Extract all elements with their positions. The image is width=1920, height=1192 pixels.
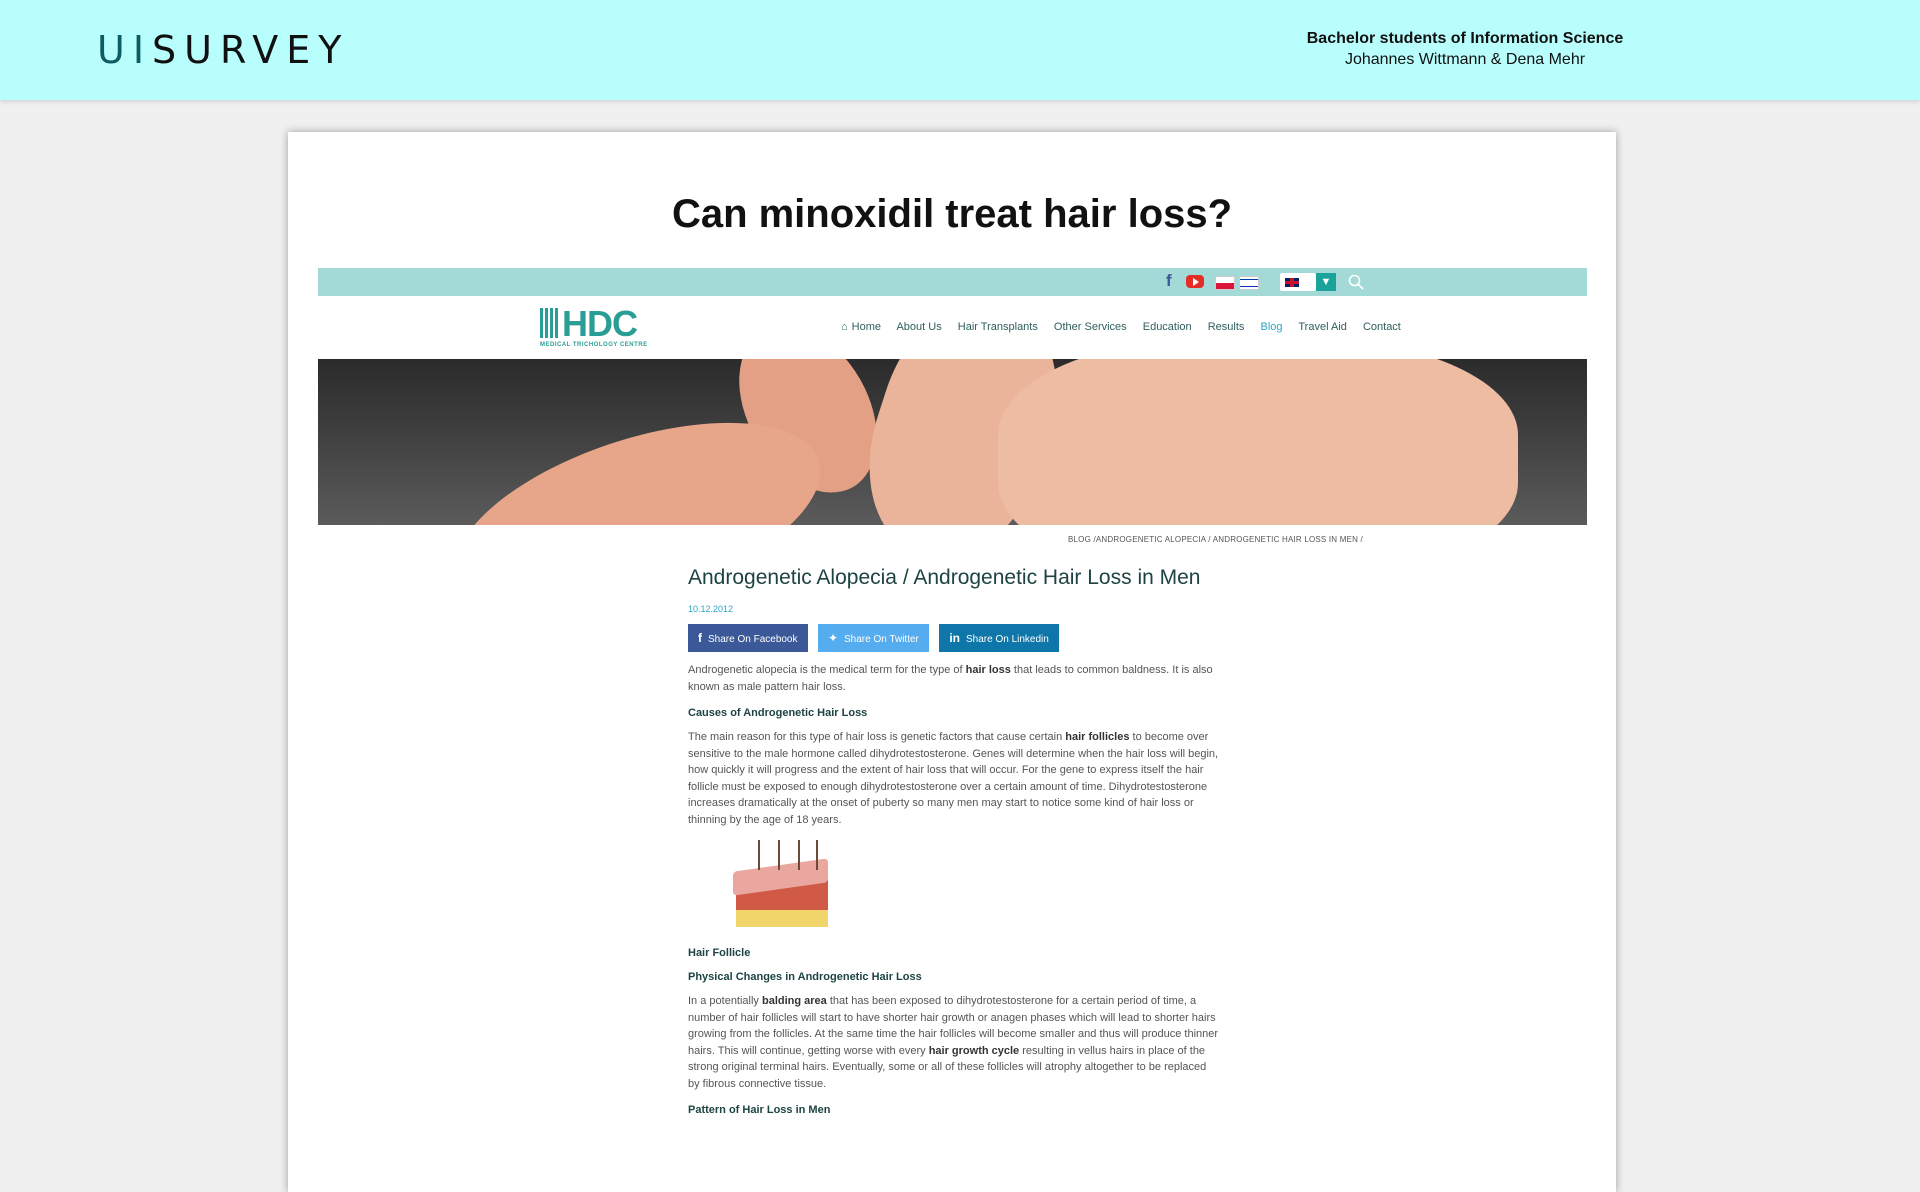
share-linkedin-label: Share On Linkedin bbox=[966, 634, 1049, 645]
share-twitter-label: Share On Twitter bbox=[844, 634, 919, 645]
changes-text: In a potentially bbox=[688, 995, 762, 1007]
menu-about[interactable]: About Us bbox=[896, 321, 941, 333]
hair-strand-shape bbox=[778, 840, 780, 870]
hair-loss-link[interactable]: hair loss bbox=[966, 664, 1011, 676]
causes-paragraph: The main reason for this type of hair lo… bbox=[688, 729, 1220, 828]
menu-travel-aid[interactable]: Travel Aid bbox=[1298, 321, 1347, 333]
hdc-subtitle: MEDICAL TRICHOLOGY CENTRE bbox=[540, 342, 648, 348]
survey-logo: UISURVEY bbox=[97, 28, 350, 72]
hair-follicle-image bbox=[728, 840, 838, 935]
credit-line-2: Johannes Wittmann & Dena Mehr bbox=[1344, 51, 1586, 68]
website-screenshot: f ▼ HDC MEDICAL TRICHOLOGY CENTRE ⌂ Home … bbox=[318, 268, 1587, 1192]
share-linkedin-button[interactable]: in Share On Linkedin bbox=[939, 624, 1059, 652]
hair-follicles-link[interactable]: hair follicles bbox=[1065, 731, 1129, 743]
youtube-icon[interactable] bbox=[1186, 275, 1204, 288]
menu-other-services[interactable]: Other Services bbox=[1054, 321, 1127, 333]
share-twitter-button[interactable]: ✦ Share On Twitter bbox=[817, 624, 929, 652]
question-title: Can minoxidil treat hair loss? bbox=[671, 192, 1233, 236]
hair-strand-shape bbox=[758, 840, 760, 870]
site-nav: HDC MEDICAL TRICHOLOGY CENTRE ⌂ Home Abou… bbox=[318, 296, 1587, 359]
causes-text: The main reason for this type of hair lo… bbox=[688, 731, 1066, 743]
intro-paragraph: Androgenetic alopecia is the medical ter… bbox=[688, 662, 1220, 695]
menu-home-label: Home bbox=[851, 321, 881, 333]
israeli-flag-icon[interactable] bbox=[1239, 276, 1259, 290]
intro-text: Androgenetic alopecia is the medical ter… bbox=[688, 664, 966, 676]
heading-pattern: Pattern of Hair Loss in Men bbox=[688, 1104, 831, 1116]
twitter-icon: ✦ bbox=[827, 631, 839, 645]
hdc-brand: HDC bbox=[562, 303, 638, 344]
hdc-mark-icon bbox=[540, 308, 560, 338]
menu-education[interactable]: Education bbox=[1143, 321, 1192, 333]
search-icon[interactable] bbox=[1348, 274, 1364, 290]
hair-strand-shape bbox=[798, 840, 800, 870]
facebook-icon[interactable]: f bbox=[1166, 271, 1176, 290]
main-menu: ⌂ Home About Us Hair Transplants Other Se… bbox=[841, 321, 1414, 333]
share-bar: f Share On Facebook ✦ Share On Twitter in S… bbox=[688, 624, 1220, 652]
hdc-logo[interactable]: HDC MEDICAL TRICHOLOGY CENTRE bbox=[540, 303, 647, 348]
linkedin-icon: in bbox=[949, 631, 960, 645]
hero-image bbox=[318, 359, 1587, 525]
balding-area-link[interactable]: balding area bbox=[762, 995, 827, 1007]
polish-flag-icon[interactable] bbox=[1215, 276, 1235, 290]
article: Androgenetic Alopecia / Androgenetic Hai… bbox=[688, 553, 1220, 1116]
survey-header: UISURVEY Bachelor students of Informatio… bbox=[0, 0, 1920, 100]
menu-home[interactable]: ⌂ Home bbox=[841, 321, 881, 333]
logo-survey: SURVEY bbox=[152, 28, 350, 72]
chevron-down-icon[interactable]: ▼ bbox=[1316, 273, 1336, 291]
credit-line-1: Bachelor students of Information Science bbox=[1306, 30, 1624, 47]
heading-physical-changes: Physical Changes in Androgenetic Hair Lo… bbox=[688, 971, 922, 983]
credits: Bachelor students of Information Science… bbox=[1255, 30, 1675, 69]
changes-paragraph: In a potentially balding area that has b… bbox=[688, 993, 1220, 1092]
question-card: Can minoxidil treat hair loss? f ▼ HDC M… bbox=[288, 132, 1616, 1192]
language-select[interactable] bbox=[1280, 273, 1316, 291]
hair-strand-shape bbox=[816, 840, 818, 870]
menu-blog[interactable]: Blog bbox=[1260, 321, 1282, 333]
causes-text: to become over sensitive to the male hor… bbox=[688, 731, 1219, 826]
hair-growth-cycle-link[interactable]: hair growth cycle bbox=[929, 1045, 1019, 1057]
hand-shape bbox=[998, 359, 1518, 525]
heading-causes: Causes of Androgenetic Hair Loss bbox=[688, 707, 868, 719]
breadcrumb[interactable]: BLOG /ANDROGENETIC ALOPECIA / ANDROGENET… bbox=[1068, 535, 1363, 544]
top-strip: f ▼ bbox=[318, 268, 1587, 296]
article-title: Androgenetic Alopecia / Androgenetic Hai… bbox=[688, 566, 1201, 589]
article-date: 10.12.2012 bbox=[688, 604, 734, 614]
uk-flag-icon bbox=[1285, 278, 1299, 287]
menu-contact[interactable]: Contact bbox=[1363, 321, 1401, 333]
share-facebook-label: Share On Facebook bbox=[708, 634, 798, 645]
home-icon: ⌂ bbox=[841, 321, 848, 333]
menu-results[interactable]: Results bbox=[1208, 321, 1245, 333]
logo-ui: UI bbox=[97, 28, 153, 72]
menu-hair-transplants[interactable]: Hair Transplants bbox=[958, 321, 1038, 333]
image-caption: Hair Follicle bbox=[688, 947, 751, 959]
share-facebook-button[interactable]: f Share On Facebook bbox=[688, 624, 808, 652]
facebook-icon: f bbox=[698, 631, 702, 645]
